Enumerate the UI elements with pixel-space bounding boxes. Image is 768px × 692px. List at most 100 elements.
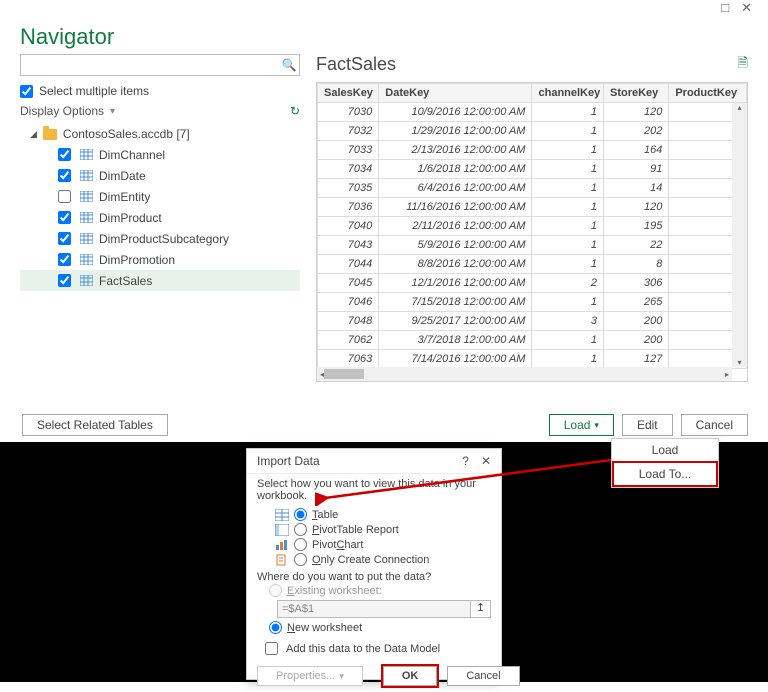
opt-table-row[interactable]: Table bbox=[257, 507, 491, 522]
column-header[interactable]: ProductKey bbox=[669, 84, 747, 103]
cell: 9/25/2017 12:00:00 AM bbox=[379, 312, 532, 331]
cell: 8/8/2016 12:00:00 AM bbox=[379, 255, 532, 274]
help-icon[interactable]: ? bbox=[462, 454, 469, 468]
table-icon bbox=[80, 170, 93, 181]
tree-checkbox[interactable] bbox=[58, 148, 71, 161]
cell: 127 bbox=[603, 350, 668, 369]
checkbox-data-model[interactable] bbox=[265, 642, 278, 655]
tree-checkbox[interactable] bbox=[58, 169, 71, 182]
horizontal-scrollbar[interactable]: ◂ ▸ bbox=[317, 367, 732, 381]
opt-connection-row[interactable]: Only Create Connection bbox=[257, 552, 491, 567]
search-icon[interactable]: 🔍 bbox=[279, 58, 299, 72]
table-row[interactable]: 70332/13/2016 12:00:00 AM11641 bbox=[318, 141, 747, 160]
preview-options-icon[interactable]: 🗎 bbox=[738, 54, 748, 76]
folder-icon bbox=[43, 129, 57, 140]
search-input-wrap[interactable]: 🔍 bbox=[20, 54, 300, 76]
tree-checkbox[interactable] bbox=[58, 232, 71, 245]
table-row[interactable]: 703010/9/2016 12:00:00 AM1120 bbox=[318, 103, 747, 122]
preview-title: FactSales bbox=[316, 54, 396, 76]
refresh-icon[interactable]: ↻ bbox=[290, 104, 300, 118]
tree-item-label: FactSales bbox=[99, 274, 152, 288]
radio-pivottable[interactable] bbox=[294, 523, 307, 536]
db-node[interactable]: ◢ ContosoSales.accdb [7] bbox=[20, 124, 300, 144]
left-pane: 🔍 Select multiple items Display Options … bbox=[20, 54, 300, 382]
load-split-button[interactable]: Load ▾ bbox=[549, 414, 614, 436]
column-header[interactable]: channelKey bbox=[532, 84, 604, 103]
navigator-window: □ ✕ Navigator 🔍 Select multiple items Di… bbox=[10, 0, 758, 445]
search-input[interactable] bbox=[21, 56, 279, 74]
tree-checkbox[interactable] bbox=[58, 274, 71, 287]
import-cancel-button[interactable]: Cancel bbox=[447, 666, 519, 686]
cell: 7043 bbox=[318, 236, 379, 255]
collapse-triangle-icon[interactable]: ◢ bbox=[30, 129, 37, 140]
tree-item-label: DimProduct bbox=[99, 211, 162, 225]
radio-table[interactable] bbox=[294, 508, 307, 521]
cancel-button[interactable]: Cancel bbox=[681, 414, 748, 436]
tree-item-dimproduct[interactable]: DimProduct bbox=[20, 207, 300, 228]
close-icon[interactable]: ✕ bbox=[481, 454, 491, 468]
tree-checkbox[interactable] bbox=[58, 211, 71, 224]
edit-button[interactable]: Edit bbox=[622, 414, 673, 436]
tree-checkbox[interactable] bbox=[58, 253, 71, 266]
table-row[interactable]: 70623/7/2018 12:00:00 AM12001 bbox=[318, 331, 747, 350]
navigator-title: Navigator bbox=[10, 20, 758, 54]
menu-load[interactable]: Load bbox=[612, 439, 718, 461]
table-row[interactable]: 70341/6/2018 12:00:00 AM191 bbox=[318, 160, 747, 179]
table-row[interactable]: 70448/8/2016 12:00:00 AM181 bbox=[318, 255, 747, 274]
add-data-model-row[interactable]: Add this data to the Data Model bbox=[257, 635, 491, 662]
tree-checkbox[interactable] bbox=[58, 190, 71, 203]
chevron-down-icon[interactable]: ▾ bbox=[594, 420, 599, 431]
cell: 3/7/2018 12:00:00 AM bbox=[379, 331, 532, 350]
table-row[interactable]: 70637/14/2016 12:00:00 AM11271 bbox=[318, 350, 747, 369]
menu-load-to[interactable]: Load To... bbox=[612, 461, 718, 487]
select-related-label: Select Related Tables bbox=[37, 418, 153, 432]
preview-grid: SalesKeyDateKeychannelKeyStoreKeyProduct… bbox=[317, 83, 747, 369]
table-row[interactable]: 703611/16/2016 12:00:00 AM1120 bbox=[318, 198, 747, 217]
tree-item-factsales[interactable]: FactSales bbox=[20, 270, 300, 291]
display-options-row[interactable]: Display Options ▾ ↻ bbox=[20, 104, 300, 118]
opt-pivotchart-row[interactable]: PivotChart bbox=[257, 537, 491, 552]
cell: 22 bbox=[603, 236, 668, 255]
table-row[interactable]: 70435/9/2016 12:00:00 AM1224 bbox=[318, 236, 747, 255]
cell: 7063 bbox=[318, 350, 379, 369]
opt-new-row[interactable]: New worksheet bbox=[257, 620, 491, 635]
ok-button[interactable]: OK bbox=[383, 666, 438, 686]
column-header[interactable]: StoreKey bbox=[603, 84, 668, 103]
column-header[interactable]: SalesKey bbox=[318, 84, 379, 103]
radio-connection[interactable] bbox=[294, 553, 307, 566]
cell-ref-input-wrap: ↥ bbox=[277, 600, 491, 618]
vertical-scrollbar[interactable]: ▴▾ bbox=[732, 103, 747, 367]
close-icon[interactable]: ✕ bbox=[741, 0, 752, 20]
display-options-label: Display Options bbox=[20, 104, 104, 118]
edit-label: Edit bbox=[637, 418, 658, 432]
radio-new[interactable] bbox=[269, 621, 282, 634]
table-row[interactable]: 70467/15/2018 12:00:00 AM1265 bbox=[318, 293, 747, 312]
cell: 1 bbox=[532, 160, 604, 179]
tree-item-dimentity[interactable]: DimEntity bbox=[20, 186, 300, 207]
cell: 7044 bbox=[318, 255, 379, 274]
tree-item-dimproductsubcategory[interactable]: DimProductSubcategory bbox=[20, 228, 300, 249]
radio-existing bbox=[269, 584, 282, 597]
radio-pivotchart[interactable] bbox=[294, 538, 307, 551]
tree-item-dimchannel[interactable]: DimChannel bbox=[20, 144, 300, 165]
table-row[interactable]: 704512/1/2016 12:00:00 AM23061 bbox=[318, 274, 747, 293]
tree-item-dimdate[interactable]: DimDate bbox=[20, 165, 300, 186]
table-row[interactable]: 70356/4/2016 12:00:00 AM1141 bbox=[318, 179, 747, 198]
cell: 195 bbox=[603, 217, 668, 236]
table-row[interactable]: 70489/25/2017 12:00:00 AM32005 bbox=[318, 312, 747, 331]
table-row[interactable]: 70402/11/2016 12:00:00 AM1195 bbox=[318, 217, 747, 236]
column-header[interactable]: DateKey bbox=[379, 84, 532, 103]
tree-item-label: DimPromotion bbox=[99, 253, 175, 267]
cell: 12/1/2016 12:00:00 AM bbox=[379, 274, 532, 293]
load-dropdown-menu: Load Load To... bbox=[611, 438, 719, 488]
select-related-tables-button[interactable]: Select Related Tables bbox=[22, 414, 168, 436]
maximize-icon[interactable]: □ bbox=[721, 0, 729, 20]
cell: 2/13/2016 12:00:00 AM bbox=[379, 141, 532, 160]
table-row[interactable]: 70321/29/2016 12:00:00 AM12021 bbox=[318, 122, 747, 141]
table-icon bbox=[80, 191, 93, 202]
range-picker-icon[interactable]: ↥ bbox=[471, 600, 491, 618]
opt-pivottable-row[interactable]: PivotTable Report bbox=[257, 522, 491, 537]
select-multiple-checkbox[interactable] bbox=[20, 85, 33, 98]
tree-item-dimpromotion[interactable]: DimPromotion bbox=[20, 249, 300, 270]
select-multiple-row[interactable]: Select multiple items bbox=[20, 84, 300, 98]
